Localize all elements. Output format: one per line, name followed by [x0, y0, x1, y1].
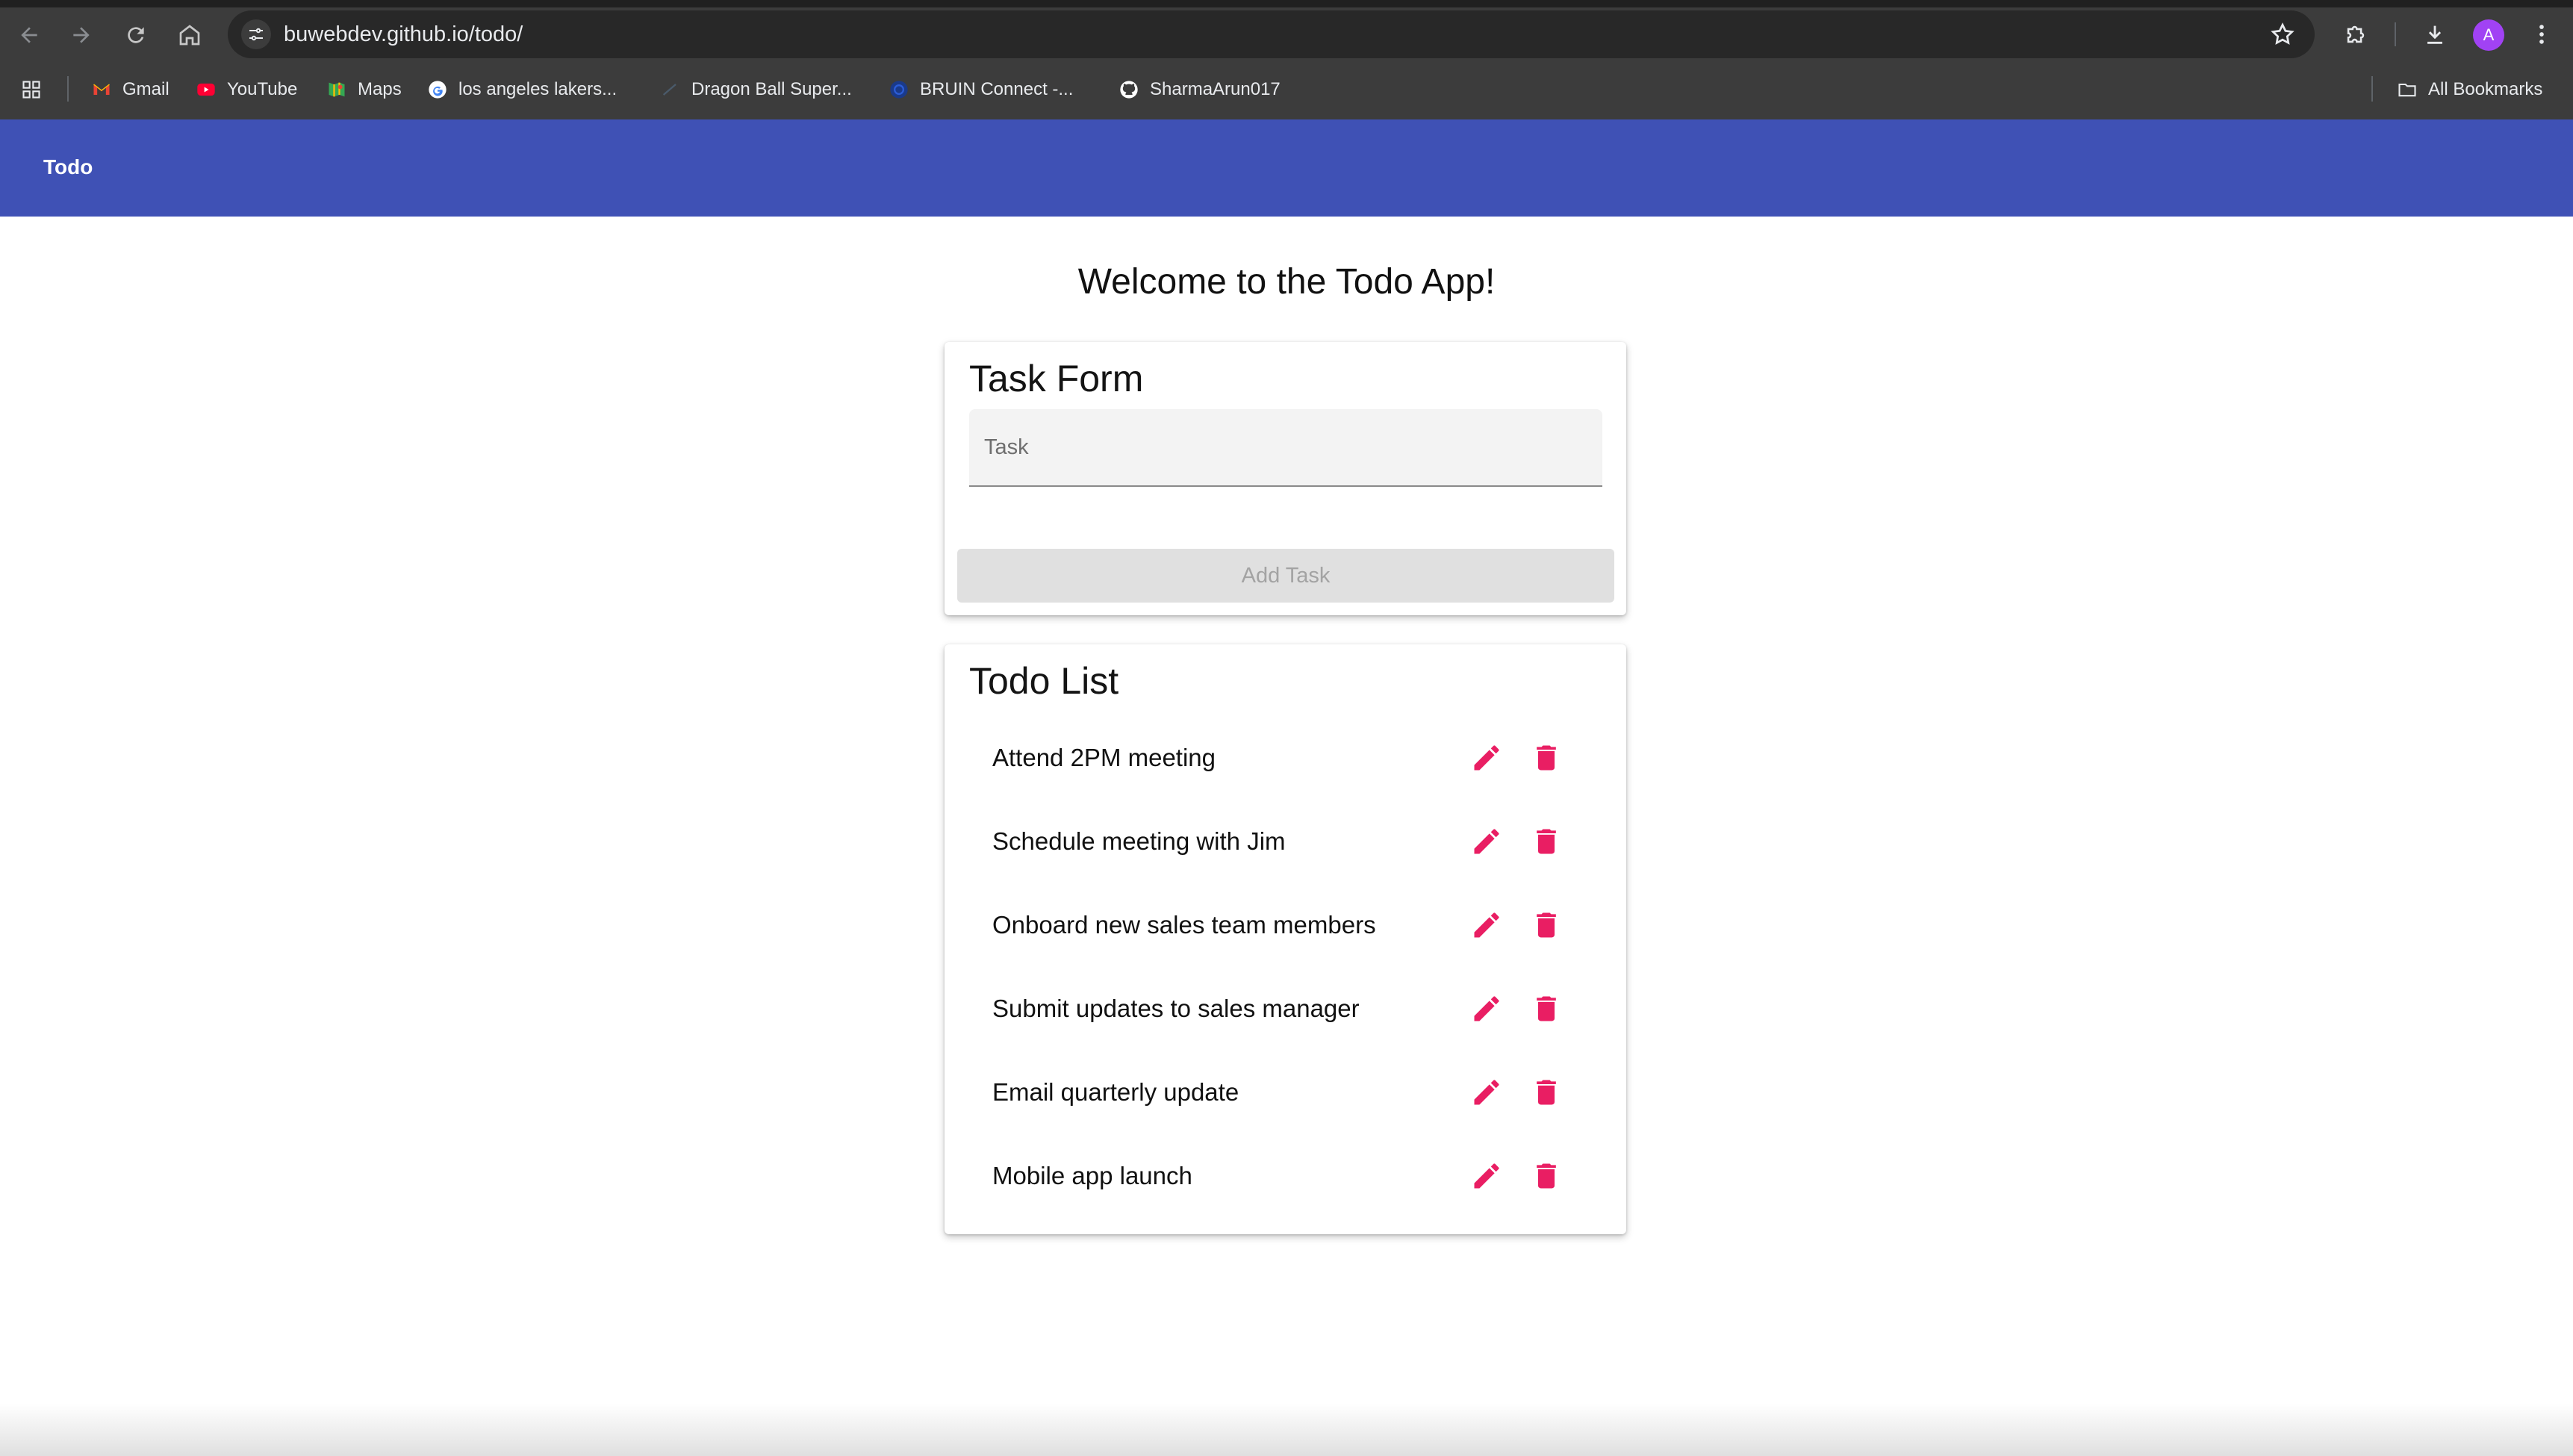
pencil-icon: [1474, 829, 1499, 854]
task-form-title: Task Form: [969, 358, 1144, 399]
bookmark-gmail[interactable]: Gmail: [91, 76, 169, 103]
todo-item-text: Schedule meeting with Jim: [992, 827, 1286, 855]
all-bookmarks-button[interactable]: All Bookmarks: [2397, 76, 2542, 103]
edit-button[interactable]: [1469, 824, 1504, 859]
pencil-icon: [1474, 1163, 1499, 1189]
downloads-button[interactable]: [2420, 19, 2450, 49]
edit-button[interactable]: [1469, 908, 1504, 942]
todo-item: Attend 2PM meeting: [945, 717, 1626, 800]
app-title[interactable]: Todo: [43, 155, 93, 179]
url-text[interactable]: buwebdev.github.io/todo/: [284, 22, 523, 47]
folder-icon: [2397, 79, 2418, 100]
bookmark-youtube[interactable]: YouTube: [196, 76, 297, 103]
welcome-heading: Welcome to the Todo App!: [1077, 262, 1496, 302]
trash-icon: [1537, 996, 1556, 1021]
address-bar[interactable]: buwebdev.github.io/todo/: [228, 10, 2315, 58]
pencil-icon: [1474, 912, 1499, 938]
browser-chrome: buwebdev.github.io/todo/ A Gmail YouTube…: [0, 0, 2573, 119]
trash-icon: [1537, 912, 1556, 938]
pencil-icon: [1474, 996, 1499, 1021]
browser-menu-button[interactable]: [2527, 19, 2557, 49]
pencil-icon: [1474, 1080, 1499, 1105]
todo-item-text: Attend 2PM meeting: [992, 744, 1216, 771]
delete-button[interactable]: [1529, 1075, 1564, 1110]
bookmark-star-icon[interactable]: [2269, 21, 2296, 48]
apps-grid-icon: [21, 79, 42, 100]
add-task-button[interactable]: Add Task: [957, 549, 1614, 603]
github-icon: [1119, 79, 1139, 100]
bookmark-label: los angeles lakers...: [458, 79, 617, 99]
edit-button[interactable]: [1469, 741, 1504, 775]
trash-icon: [1537, 745, 1556, 771]
back-button[interactable]: [10, 16, 48, 54]
delete-button[interactable]: [1529, 908, 1564, 942]
all-bookmarks-label: All Bookmarks: [2428, 79, 2543, 99]
todo-list-card: Todo List Attend 2PM meeting Schedule me…: [945, 644, 1626, 1234]
bookmarks-divider: [67, 76, 69, 102]
bookmark-label: Dragon Ball Super...: [691, 79, 852, 99]
todo-item: Onboard new sales team members: [945, 884, 1626, 968]
bookmark-dragon-ball[interactable]: Dragon Ball Super...: [660, 76, 852, 103]
maps-icon: [326, 79, 347, 100]
edit-button[interactable]: [1469, 992, 1504, 1026]
puzzle-icon: [2347, 25, 2365, 43]
task-input-field[interactable]: Task: [969, 409, 1602, 487]
edit-button[interactable]: [1469, 1075, 1504, 1110]
bookmark-github[interactable]: SharmaArun017: [1119, 76, 1281, 103]
reload-button[interactable]: [117, 16, 155, 54]
delete-button[interactable]: [1529, 741, 1564, 775]
page-bottom-shadow: [0, 1404, 2573, 1456]
google-icon: [427, 79, 448, 100]
forward-button[interactable]: [63, 16, 100, 54]
site-info-button[interactable]: [241, 19, 271, 49]
bruin-icon: [889, 79, 909, 100]
todo-list-title: Todo List: [969, 660, 1119, 702]
delete-button[interactable]: [1529, 824, 1564, 859]
bookmark-label: SharmaArun017: [1150, 79, 1281, 99]
todo-item-text: Onboard new sales team members: [992, 911, 1376, 939]
todo-item-text: Mobile app launch: [992, 1162, 1192, 1189]
task-form-card: Task Form Task Add Task: [945, 342, 1626, 615]
todo-item: Submit updates to sales manager: [945, 968, 1626, 1051]
tab-strip: [0, 0, 2573, 7]
edit-button[interactable]: [1469, 1159, 1504, 1193]
apps-button[interactable]: [21, 76, 52, 103]
bookmark-label: BRUIN Connect -...: [920, 79, 1074, 99]
tune-icon: [249, 28, 263, 41]
trash-icon: [1537, 1163, 1556, 1189]
app-toolbar: Todo: [0, 119, 2573, 217]
reload-icon: [128, 27, 144, 43]
trash-icon: [1537, 829, 1556, 854]
bookmark-maps[interactable]: Maps: [326, 76, 402, 103]
home-icon: [179, 25, 200, 46]
home-button[interactable]: [171, 16, 208, 54]
bookmark-label: Maps: [358, 79, 402, 99]
bookmarks-bar: Gmail YouTube Maps los angeles lakers...…: [0, 69, 2573, 111]
back-arrow-icon: [21, 27, 37, 43]
gmail-icon: [91, 79, 112, 100]
todo-item: Mobile app launch: [945, 1135, 1626, 1219]
delete-button[interactable]: [1529, 992, 1564, 1026]
extensions-button[interactable]: [2341, 19, 2371, 49]
trash-icon: [1537, 1080, 1556, 1105]
profile-avatar[interactable]: A: [2473, 19, 2504, 51]
task-input-label: Task: [984, 435, 1029, 459]
dragonball-icon: [660, 79, 681, 100]
forward-arrow-icon: [73, 27, 90, 43]
todo-item: Schedule meeting with Jim: [945, 800, 1626, 884]
bookmark-lakers-search[interactable]: los angeles lakers...: [427, 76, 617, 103]
todo-item: Email quarterly update: [945, 1051, 1626, 1135]
bookmark-bruin-connect[interactable]: BRUIN Connect -...: [889, 76, 1073, 103]
bookmark-label: Gmail: [122, 79, 169, 99]
bookmark-label: YouTube: [227, 79, 298, 99]
download-icon: [2427, 25, 2442, 44]
youtube-icon: [196, 79, 217, 100]
todo-item-text: Email quarterly update: [992, 1078, 1239, 1106]
delete-button[interactable]: [1529, 1159, 1564, 1193]
todo-item-text: Submit updates to sales manager: [992, 995, 1360, 1022]
toolbar-divider: [2395, 22, 2396, 46]
more-vert-icon: [2539, 25, 2544, 44]
pencil-icon: [1474, 745, 1499, 771]
bookmarks-divider: [2371, 76, 2373, 102]
